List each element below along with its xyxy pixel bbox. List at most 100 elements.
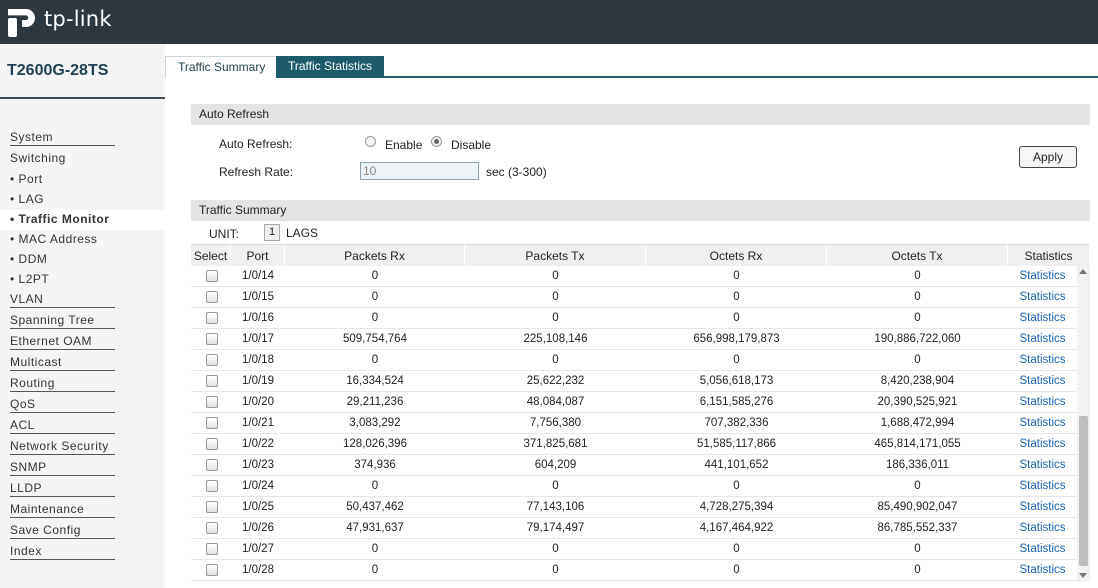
cell-packets-tx: 77,143,106 (526, 501, 585, 513)
cell-statistics: Statistics (1008, 560, 1077, 581)
row-select-checkbox[interactable] (206, 270, 218, 282)
sidebar-item-l2pt[interactable]: L2PT (0, 270, 165, 290)
statistics-link[interactable]: Statistics (1019, 543, 1065, 555)
sidebar-item-port[interactable]: Port (0, 170, 165, 190)
cell-port: 1/0/25 (242, 501, 274, 513)
sidebar-item-save-config[interactable]: Save Config (0, 521, 165, 542)
row-select-checkbox[interactable] (206, 396, 218, 408)
statistics-link[interactable]: Statistics (1019, 501, 1065, 513)
cell-octets-rx: 6,151,585,276 (699, 396, 774, 408)
statistics-link[interactable]: Statistics (1019, 459, 1065, 471)
main-content: Traffic Summary Traffic Statistics Auto … (165, 44, 1098, 588)
refresh-rate-input[interactable] (360, 162, 479, 180)
cell-packets-tx: 0 (552, 543, 559, 555)
cell-packets-rx: 0 (371, 480, 379, 492)
statistics-link[interactable]: Statistics (1019, 480, 1065, 492)
disable-radio[interactable] (431, 136, 442, 147)
cell-octets-tx: 1,688,472,994 (880, 417, 955, 429)
brand-name: tp-link (44, 7, 112, 31)
cell-statistics: Statistics (1008, 413, 1077, 434)
sidebar-item-label: Port (10, 172, 43, 186)
traffic-table-body: 1/0/14 0 0 0 0 Statistics 1/0/15 0 0 0 0 Statistics… (191, 266, 1077, 582)
row-select-checkbox[interactable] (206, 564, 218, 576)
scroll-down-icon[interactable] (1079, 573, 1087, 578)
cell-packets-tx: 25,622,232 (526, 375, 585, 387)
tab-traffic-summary[interactable]: Traffic Summary (165, 56, 279, 78)
sidebar-item-routing[interactable]: Routing (0, 374, 165, 395)
table-row: 1/0/23 374,936 604,209 441,101,652 186,336,0… (191, 455, 1077, 476)
tab-traffic-statistics[interactable]: Traffic Statistics (276, 56, 385, 78)
cell-octets-tx: 86,785,552,337 (877, 522, 958, 534)
cell-octets-rx: 0 (733, 480, 740, 492)
statistics-link[interactable]: Statistics (1019, 564, 1065, 576)
sidebar-item-network-security[interactable]: Network Security (0, 437, 165, 458)
sidebar-item-multicast[interactable]: Multicast (0, 353, 165, 374)
cell-octets-tx: 0 (914, 312, 921, 324)
sidebar-item-lag[interactable]: LAG (0, 190, 165, 210)
row-select-checkbox[interactable] (206, 291, 218, 303)
statistics-link[interactable]: Statistics (1019, 438, 1065, 450)
unit-label: UNIT: (209, 227, 239, 241)
cell-port: 1/0/22 (242, 438, 274, 450)
cell-packets-rx: 16,334,524 (346, 375, 404, 387)
row-select-checkbox[interactable] (206, 459, 218, 471)
row-select-checkbox[interactable] (206, 543, 218, 555)
cell-statistics: Statistics (1008, 371, 1077, 392)
sidebar-item-label: Routing (10, 375, 115, 392)
row-select-checkbox[interactable] (206, 333, 218, 345)
sidebar-item-spanning-tree[interactable]: Spanning Tree (0, 311, 165, 332)
sidebar-item-qos[interactable]: QoS (0, 395, 165, 416)
sidebar-item-label: Spanning Tree (10, 312, 115, 329)
sidebar-item-maintenance[interactable]: Maintenance (0, 500, 165, 521)
sidebar-item-vlan[interactable]: VLAN (0, 290, 165, 311)
cell-statistics: Statistics (1008, 266, 1077, 287)
sidebar-item-index[interactable]: Index (0, 542, 165, 563)
scroll-up-icon[interactable] (1079, 269, 1087, 274)
cell-port: 1/0/21 (242, 417, 274, 429)
cell-port: 1/0/15 (242, 291, 274, 303)
row-select-checkbox[interactable] (206, 522, 218, 534)
row-select-checkbox[interactable] (206, 480, 218, 492)
cell-packets-rx: 29,211,236 (346, 396, 404, 408)
row-select-checkbox[interactable] (206, 417, 218, 429)
table-scrollbar[interactable] (1077, 266, 1090, 582)
sidebar-item-ddm[interactable]: DDM (0, 250, 165, 270)
row-select-checkbox[interactable] (206, 354, 218, 366)
sidebar-item-system[interactable]: System (0, 128, 165, 149)
table-row: 1/0/25 50,437,462 77,143,106 4,728,275,394 8… (191, 497, 1077, 518)
sidebar-item-lldp[interactable]: LLDP (0, 479, 165, 500)
statistics-link[interactable]: Statistics (1019, 312, 1065, 324)
statistics-link[interactable]: Statistics (1019, 522, 1065, 534)
statistics-link[interactable]: Statistics (1019, 375, 1065, 387)
statistics-link[interactable]: Statistics (1019, 291, 1065, 303)
lags-link[interactable]: LAGS (286, 226, 318, 240)
row-select-checkbox[interactable] (206, 312, 218, 324)
cell-octets-tx: 0 (914, 354, 921, 366)
sidebar-item-ethernet-oam[interactable]: Ethernet OAM (0, 332, 165, 353)
cell-octets-rx: 5,056,618,173 (699, 375, 774, 387)
cell-port: 1/0/28 (242, 564, 274, 576)
statistics-link[interactable]: Statistics (1019, 417, 1065, 429)
row-select-checkbox[interactable] (206, 438, 218, 450)
cell-packets-rx: 0 (371, 291, 379, 303)
cell-statistics: Statistics (1008, 434, 1077, 455)
enable-radio[interactable] (365, 136, 376, 147)
sidebar-item-snmp[interactable]: SNMP (0, 458, 165, 479)
unit-selector[interactable]: 1 (264, 224, 280, 241)
row-select-checkbox[interactable] (206, 375, 218, 387)
statistics-link[interactable]: Statistics (1019, 270, 1065, 282)
sidebar-item-traffic-monitor[interactable]: Traffic Monitor (0, 210, 165, 230)
statistics-link[interactable]: Statistics (1019, 354, 1065, 366)
sidebar-item-acl[interactable]: ACL (0, 416, 165, 437)
row-select-checkbox[interactable] (206, 501, 218, 513)
cell-octets-tx: 0 (914, 543, 921, 555)
sidebar-item-mac-address[interactable]: MAC Address (0, 230, 165, 250)
statistics-link[interactable]: Statistics (1019, 333, 1065, 345)
scrollbar-thumb[interactable] (1079, 416, 1088, 566)
sidebar-item-label: Multicast (10, 354, 115, 371)
statistics-link[interactable]: Statistics (1019, 396, 1065, 408)
apply-button[interactable]: Apply (1019, 146, 1077, 168)
table-row: 1/0/26 47,931,637 79,174,497 4,167,464,922 8… (191, 518, 1077, 539)
refresh-rate-unit: sec (3-300) (486, 165, 547, 179)
sidebar-item-switching[interactable]: Switching (0, 149, 165, 170)
